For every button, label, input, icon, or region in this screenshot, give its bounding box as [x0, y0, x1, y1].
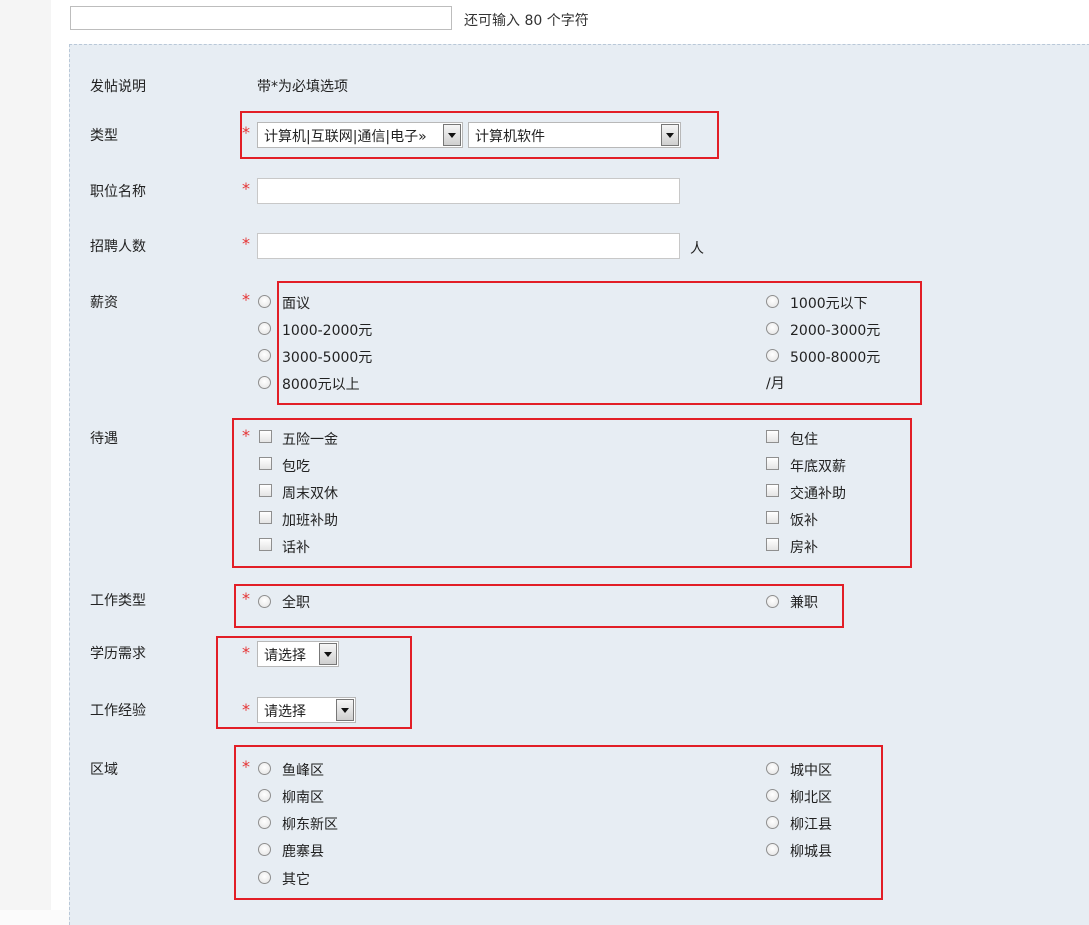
- salary-radio[interactable]: [258, 376, 271, 389]
- highlight-box-district: [234, 745, 883, 900]
- headcount-unit: 人: [690, 241, 704, 257]
- required-mark: *: [242, 290, 250, 309]
- required-mark: *: [242, 234, 250, 253]
- highlight-box-benefits: [232, 418, 912, 568]
- note-label: 发帖说明: [90, 79, 146, 95]
- job-type-label: 工作类型: [90, 593, 146, 609]
- headcount-label: 招聘人数: [90, 239, 146, 255]
- note-text: 带*为必填选项: [257, 79, 348, 95]
- experience-label: 工作经验: [90, 703, 146, 719]
- remaining-chars-text: 还可输入 80 个字符: [464, 13, 589, 29]
- education-label: 学历需求: [90, 646, 146, 662]
- position-label: 职位名称: [90, 184, 146, 200]
- title-input[interactable]: [70, 6, 452, 30]
- salary-radio[interactable]: [258, 295, 271, 308]
- salary-radio[interactable]: [258, 322, 271, 335]
- highlight-box-education-experience: [216, 636, 412, 729]
- highlight-box-job-type: [234, 584, 844, 628]
- highlight-box-category: [240, 111, 719, 159]
- left-sidebar: [0, 0, 51, 910]
- benefits-label: 待遇: [90, 431, 118, 447]
- district-label: 区域: [90, 762, 118, 778]
- salary-radio[interactable]: [258, 349, 271, 362]
- required-mark: *: [242, 179, 250, 198]
- salary-label: 薪资: [90, 295, 118, 311]
- highlight-box-salary: [277, 281, 922, 405]
- position-input[interactable]: [257, 178, 680, 204]
- headcount-input[interactable]: [257, 233, 680, 259]
- category-label: 类型: [90, 128, 118, 144]
